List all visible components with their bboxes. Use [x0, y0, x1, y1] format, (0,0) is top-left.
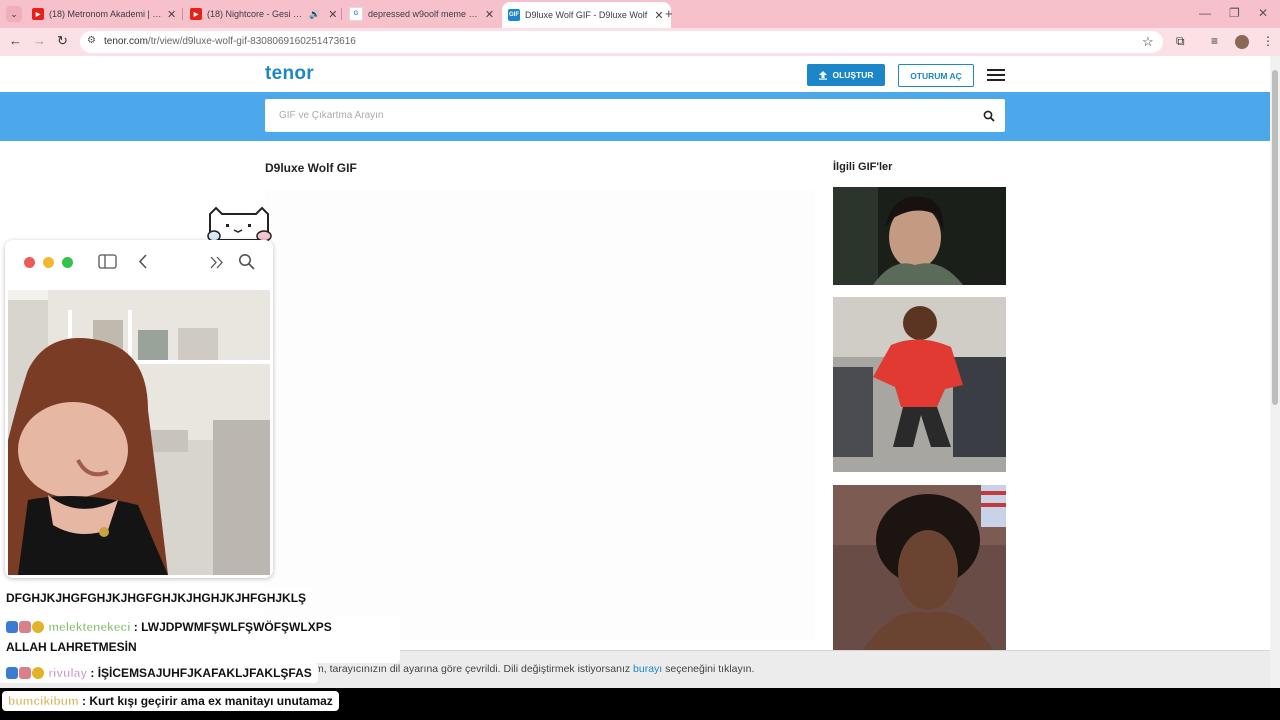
- badge-icon: [6, 621, 18, 633]
- sidebar-icon[interactable]: [98, 254, 117, 269]
- mini-search-icon[interactable]: [238, 253, 255, 270]
- webcam-feed: [8, 290, 270, 575]
- close-window-icon[interactable]: ✕: [1258, 6, 1268, 20]
- extensions-icon[interactable]: ⧉: [1176, 34, 1185, 49]
- login-button[interactable]: OTURUM AÇ: [898, 64, 974, 87]
- hamburger-menu-icon[interactable]: [987, 69, 1005, 84]
- badge-icon: [32, 667, 44, 679]
- badge-icon: [19, 667, 31, 679]
- chat-message-4: bumcikibum : Kurt kışı geçirir ama ex ma…: [2, 691, 339, 711]
- badge-icon: [6, 667, 18, 679]
- tab-nightcore[interactable]: ▶ (18) Nightcore - Gesi Bağları 🔊 ✕: [190, 2, 338, 26]
- forward-icon[interactable]: →: [33, 33, 46, 48]
- page-scrollbar-thumb[interactable]: [1272, 70, 1278, 405]
- google-icon: G: [349, 7, 363, 21]
- chat-username[interactable]: bumcikibum: [8, 694, 79, 708]
- webcam-image: [8, 290, 270, 575]
- back-icon[interactable]: ←: [9, 33, 22, 48]
- gif-title: D9luxe Wolf GIF: [265, 161, 357, 175]
- gif-player[interactable]: [265, 190, 815, 640]
- youtube-icon: ▶: [190, 8, 202, 20]
- chat-message-3: rivulay : İŞİCEMSAJUHFJKAFAKLJFAKLŞFAS: [0, 663, 318, 683]
- upload-icon: [819, 71, 828, 80]
- related-gif-2-image: [833, 297, 1006, 472]
- close-tab-icon[interactable]: ✕: [653, 9, 665, 22]
- chat-text: : İŞİCEMSAJUHFJKAFAKLJFAKLŞFAS: [90, 666, 312, 680]
- minimize-icon[interactable]: —: [1199, 6, 1211, 20]
- tab-title: depressed w9oolf meme - Goo: [368, 9, 481, 19]
- bookmark-star-icon[interactable]: ☆: [1142, 34, 1154, 50]
- reload-icon[interactable]: ↻: [57, 33, 68, 49]
- minimize-dot[interactable]: [43, 257, 54, 268]
- tab-google[interactable]: G depressed w9oolf meme - Goo ✕: [349, 2, 495, 26]
- language-notice-link[interactable]: burayı: [633, 663, 662, 675]
- tab-list-icon[interactable]: ⌄: [6, 6, 22, 22]
- related-gif-1-image: [833, 187, 1006, 285]
- related-gifs-title: İlgili GIF'ler: [833, 161, 893, 173]
- related-gif-3-image: [833, 485, 1006, 650]
- tab-separator: [341, 8, 342, 20]
- badge-icon: [19, 621, 31, 633]
- chat-username[interactable]: melektenekeci: [48, 620, 130, 634]
- create-label: OLUŞTUR: [832, 70, 874, 80]
- related-gif-1[interactable]: [833, 187, 1006, 285]
- pixel-cat-overlay: [207, 206, 272, 242]
- speaker-icon[interactable]: 🔊: [309, 9, 320, 20]
- chat-text: DFGHJKJHGFGHJKJHGFGHJKJHGHJKJHFGHJKLŞ: [6, 591, 307, 605]
- tab-title: (18) Nightcore - Gesi Bağları: [207, 9, 306, 19]
- profile-avatar[interactable]: [1235, 35, 1249, 49]
- close-tab-icon[interactable]: ✕: [328, 8, 338, 21]
- chat-message-2: melektenekeci : LWJDPWMFŞWLFŞWÖFŞWLXPS A…: [0, 615, 400, 663]
- close-dot[interactable]: [24, 257, 35, 268]
- restore-icon[interactable]: ❐: [1229, 6, 1240, 20]
- tab-title: (18) Metronom Akademi | 7. Böl: [49, 9, 162, 19]
- chat-text: : LWJDPWMFŞWLFŞWÖFŞWLXPS: [133, 620, 332, 634]
- language-notice-text: m, tarayıcınızın dil ayarına göre çevril…: [315, 663, 755, 675]
- new-tab-button[interactable]: +: [665, 6, 673, 21]
- url-text[interactable]: tenor.com/tr/view/d9luxe-wolf-gif-830806…: [104, 36, 356, 47]
- tab-separator: [182, 8, 183, 20]
- tab-metronom[interactable]: ▶ (18) Metronom Akademi | 7. Böl ✕: [32, 2, 177, 26]
- tenor-logo[interactable]: tenor: [265, 63, 314, 85]
- tab-tenor[interactable]: GIF D9luxe Wolf GIF - D9luxe Wolf ✕: [502, 2, 671, 28]
- browser-menu-icon[interactable]: ⋮: [1262, 34, 1274, 48]
- search-icon[interactable]: [983, 110, 995, 122]
- chat-username[interactable]: rivulay: [48, 666, 87, 680]
- close-tab-icon[interactable]: ✕: [166, 8, 177, 21]
- chat-text-cont: ALLAH LAHRETMESİN: [6, 640, 137, 654]
- youtube-icon: ▶: [32, 8, 44, 20]
- zoom-dot[interactable]: [62, 257, 73, 268]
- tenor-gif-icon: GIF: [508, 9, 520, 21]
- back-chevron-icon[interactable]: [138, 254, 148, 269]
- create-button[interactable]: OLUŞTUR: [807, 64, 885, 86]
- tab-title: D9luxe Wolf GIF - D9luxe Wolf: [525, 10, 648, 20]
- chat-text: : Kurt kışı geçirir ama ex manitayı unut…: [82, 694, 333, 708]
- double-chevron-icon[interactable]: [209, 256, 225, 269]
- close-tab-icon[interactable]: ✕: [484, 8, 495, 21]
- media-control-icon[interactable]: ≡: [1211, 34, 1218, 48]
- search-placeholder: GIF ve Çıkartma Arayın: [279, 110, 384, 121]
- related-gif-2[interactable]: [833, 297, 1006, 472]
- badge-icon: [32, 621, 44, 633]
- related-gif-3[interactable]: [833, 485, 1006, 650]
- chat-message-1: DFGHJKJHGFGHJKJHGFGHJKJHGHJKJHFGHJKLŞ: [0, 588, 313, 608]
- site-info-icon[interactable]: ⚙: [87, 35, 96, 46]
